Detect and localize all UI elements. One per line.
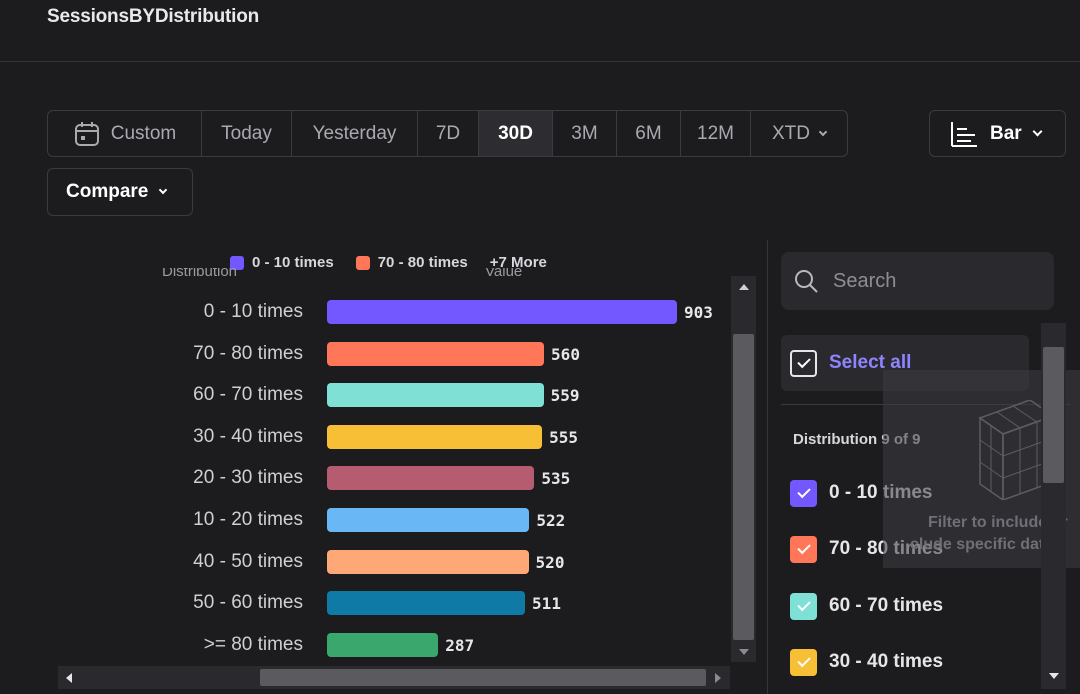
chart-vertical-scrollbar[interactable] [731, 276, 756, 662]
range-custom-label: Custom [110, 122, 177, 144]
bar-value-label: 287 [445, 635, 475, 655]
bar-chart-icon [951, 121, 977, 147]
range-7d-button[interactable]: 7D [418, 111, 479, 156]
category-label: 20 - 30 times [193, 467, 303, 489]
bar-value-label: 535 [541, 469, 571, 489]
checkbox-checked-icon [790, 349, 817, 377]
bar[interactable] [327, 591, 526, 616]
checkbox-checked-icon [790, 592, 817, 620]
bar-value-label: 511 [532, 594, 561, 614]
search-input[interactable]: Search [781, 252, 1054, 310]
range-3m-button[interactable]: 3M [553, 111, 617, 156]
bar-chart: 0 - 10 times 903 70 - 80 times 560 60 - 70 t… [58, 276, 730, 665]
range-xtd-label: XTD [772, 122, 810, 144]
calendar-icon [74, 121, 99, 146]
date-range-selector: Custom Today Yesterday 7D 30D 3M 6M 12M … [47, 110, 848, 157]
bar[interactable] [327, 383, 544, 408]
scroll-down-arrow-icon[interactable] [739, 649, 749, 655]
bar-value-label: 520 [535, 552, 565, 572]
y-axis-title: Distribution [162, 268, 237, 276]
panel-vertical-scrollbar[interactable] [1041, 323, 1066, 689]
range-custom-button[interactable]: Custom [48, 111, 202, 156]
filter-option-label: 60 - 70 times [829, 595, 944, 616]
checkbox-checked-icon [790, 479, 817, 507]
category-label: >= 80 times [203, 633, 303, 655]
legend-item[interactable]: 0 - 10 times [230, 254, 334, 271]
chevron-down-icon [818, 127, 828, 136]
scroll-left-arrow-icon[interactable] [66, 673, 72, 683]
filter-option[interactable]: 30 - 40 times [790, 648, 943, 676]
chevron-down-icon [159, 185, 168, 195]
range-xtd-dropdown[interactable]: XTD [751, 111, 847, 156]
category-label: 0 - 10 times [203, 301, 303, 322]
panel-divider [767, 240, 768, 694]
scrollbar-thumb[interactable] [733, 334, 754, 640]
compare-dropdown[interactable]: Compare [47, 168, 193, 216]
scroll-down-arrow-icon[interactable] [1049, 673, 1059, 679]
bar-row: 10 - 20 times 522 [58, 508, 730, 532]
bar-value-label: 559 [550, 386, 580, 406]
bar[interactable] [327, 508, 530, 532]
bar[interactable] [327, 424, 543, 449]
category-label: 30 - 40 times [193, 425, 303, 447]
bar[interactable] [327, 549, 529, 574]
checkbox-checked-icon [790, 648, 817, 676]
category-label: 50 - 60 times [193, 592, 303, 614]
range-today-button[interactable]: Today [202, 111, 292, 156]
bar-row: 60 - 70 times 559 [58, 383, 730, 408]
bar[interactable] [327, 632, 439, 657]
bar-value-label: 560 [551, 344, 580, 364]
bar-row: 20 - 30 times 535 [58, 466, 730, 491]
category-label: 10 - 20 times [193, 509, 303, 530]
chevron-down-icon [1032, 126, 1043, 137]
bar-row: 50 - 60 times 511 [58, 591, 730, 616]
bar[interactable] [327, 300, 677, 324]
chart-horizontal-scrollbar[interactable] [58, 666, 730, 689]
bar-value-label: 522 [536, 511, 566, 530]
range-30d-button[interactable]: 30D [479, 111, 553, 156]
range-6m-button[interactable]: 6M [617, 111, 681, 156]
bar-row: 0 - 10 times 903 [58, 300, 730, 324]
x-axis-title: Value [485, 268, 522, 276]
bar[interactable] [327, 466, 535, 491]
bar[interactable] [327, 341, 545, 366]
legend-swatch [355, 255, 370, 270]
legend-item[interactable]: 70 - 80 times [355, 254, 468, 271]
scrollbar-thumb[interactable] [1043, 347, 1064, 483]
page-header: SessionsBYDistribution [0, 0, 1080, 62]
legend-label: 70 - 80 times [377, 254, 468, 271]
search-icon [795, 270, 818, 293]
legend-label: 0 - 10 times [252, 254, 334, 271]
scroll-right-arrow-icon[interactable] [715, 673, 721, 683]
category-label: 70 - 80 times [193, 342, 303, 364]
bar-value-label: 555 [549, 427, 579, 447]
search-placeholder: Search [833, 269, 897, 292]
bar-row: 70 - 80 times 560 [58, 341, 730, 366]
checkbox-checked-icon [790, 535, 817, 563]
scrollbar-thumb[interactable] [260, 669, 706, 686]
chart-type-label: Bar [990, 122, 1022, 144]
bar-row: >= 80 times 287 [58, 632, 730, 657]
bar-value-label: 903 [684, 303, 713, 322]
cube-icon [978, 400, 1055, 500]
bar-row: 40 - 50 times 520 [58, 549, 730, 574]
range-yesterday-button[interactable]: Yesterday [292, 111, 418, 156]
page-title: SessionsBYDistribution [47, 6, 260, 27]
range-12m-button[interactable]: 12M [681, 111, 751, 156]
category-label: 40 - 50 times [193, 550, 303, 572]
category-label: 60 - 70 times [193, 384, 303, 406]
scroll-up-arrow-icon[interactable] [739, 284, 749, 290]
filter-option-label: 30 - 40 times [829, 651, 944, 672]
bar-row: 30 - 40 times 555 [58, 424, 730, 449]
filter-option[interactable]: 60 - 70 times [790, 592, 943, 620]
compare-label: Compare [66, 181, 149, 202]
chart-type-dropdown[interactable]: Bar [929, 110, 1066, 157]
